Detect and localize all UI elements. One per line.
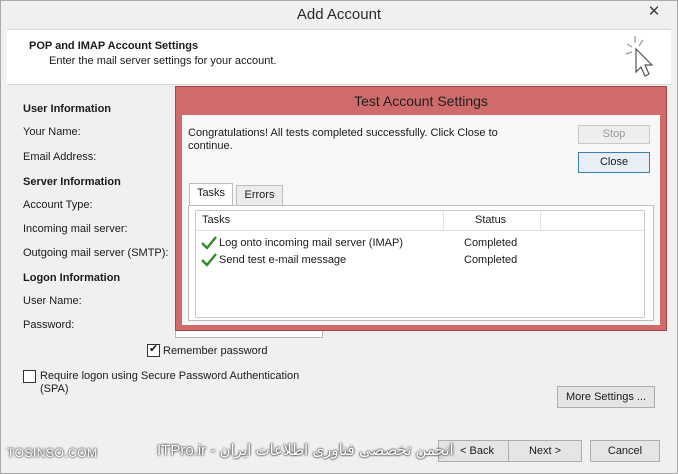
column-divider <box>443 211 444 231</box>
task-name: Send test e-mail message <box>219 254 347 266</box>
password-label: Password: <box>23 319 75 331</box>
check-icon <box>201 253 217 267</box>
list-header: Tasks Status <box>196 211 644 231</box>
incoming-server-label: Incoming mail server: <box>23 223 128 235</box>
test-dialog-body: Congratulations! All tests completed suc… <box>182 115 660 325</box>
server-information-heading: Server Information <box>23 176 121 188</box>
account-type-label: Account Type: <box>23 199 93 211</box>
more-settings-button[interactable]: More Settings ... <box>557 386 655 408</box>
status-column-header[interactable]: Status <box>475 214 506 226</box>
tasks-panel: Tasks Status Log onto incoming mail serv… <box>188 205 654 321</box>
tab-tasks[interactable]: Tasks <box>189 183 233 205</box>
check-icon <box>201 236 217 250</box>
header-subtitle: Enter the mail server settings for your … <box>49 55 277 67</box>
header-title: POP and IMAP Account Settings <box>29 40 199 52</box>
outgoing-server-label: Outgoing mail server (SMTP): <box>23 247 169 259</box>
table-row[interactable]: Send test e-mail message Completed <box>196 252 644 269</box>
tasks-column-header[interactable]: Tasks <box>202 214 230 226</box>
stop-button[interactable]: Stop <box>578 125 650 144</box>
checkmark-icon: ✔ <box>149 343 159 355</box>
task-status: Completed <box>464 254 518 266</box>
user-name-label: User Name: <box>23 295 82 307</box>
spa-label: Require logon using Secure Password Auth… <box>40 370 300 382</box>
spa-checkbox[interactable] <box>23 370 36 383</box>
logon-information-heading: Logon Information <box>23 272 121 284</box>
task-status: Completed <box>464 237 518 249</box>
email-address-label: Email Address: <box>23 151 97 163</box>
success-message: Congratulations! All tests completed suc… <box>188 127 518 153</box>
success-message-line2: continue. <box>188 140 233 152</box>
tasks-list: Tasks Status Log onto incoming mail serv… <box>195 210 645 318</box>
column-divider <box>540 211 541 231</box>
close-icon[interactable]: ✕ <box>637 2 671 22</box>
test-account-settings-dialog: Test Account Settings Congratulations! A… <box>175 86 667 331</box>
your-name-label: Your Name: <box>23 126 81 138</box>
table-row[interactable]: Log onto incoming mail server (IMAP) Com… <box>196 235 644 252</box>
wizard-header: POP and IMAP Account Settings Enter the … <box>7 29 671 85</box>
task-name: Log onto incoming mail server (IMAP) <box>219 237 404 249</box>
tab-errors[interactable]: Errors <box>236 185 283 205</box>
remember-password-checkbox[interactable]: ✔ <box>147 343 160 357</box>
remember-password-label: Remember password <box>163 345 268 357</box>
watermark-right: انجمن تخصصی فناوری اطلاعات ایران - ITPro… <box>157 442 454 459</box>
cursor-sparkle-icon <box>625 36 654 77</box>
close-button[interactable]: Close <box>578 152 650 173</box>
next-button[interactable]: Next > <box>508 440 582 462</box>
title-bar: Add Account ✕ <box>1 1 677 28</box>
window-title: Add Account <box>296 6 382 23</box>
success-message-line1: Congratulations! All tests completed suc… <box>188 127 498 139</box>
cancel-button[interactable]: Cancel <box>590 440 660 462</box>
watermark-left: TOSINSO.COM <box>7 446 98 460</box>
add-account-window: Add Account ✕ POP and IMAP Account Setti… <box>0 0 678 474</box>
test-dialog-title: Test Account Settings <box>354 93 488 109</box>
spa-label-cont: (SPA) <box>40 383 69 395</box>
user-information-heading: User Information <box>23 103 112 115</box>
